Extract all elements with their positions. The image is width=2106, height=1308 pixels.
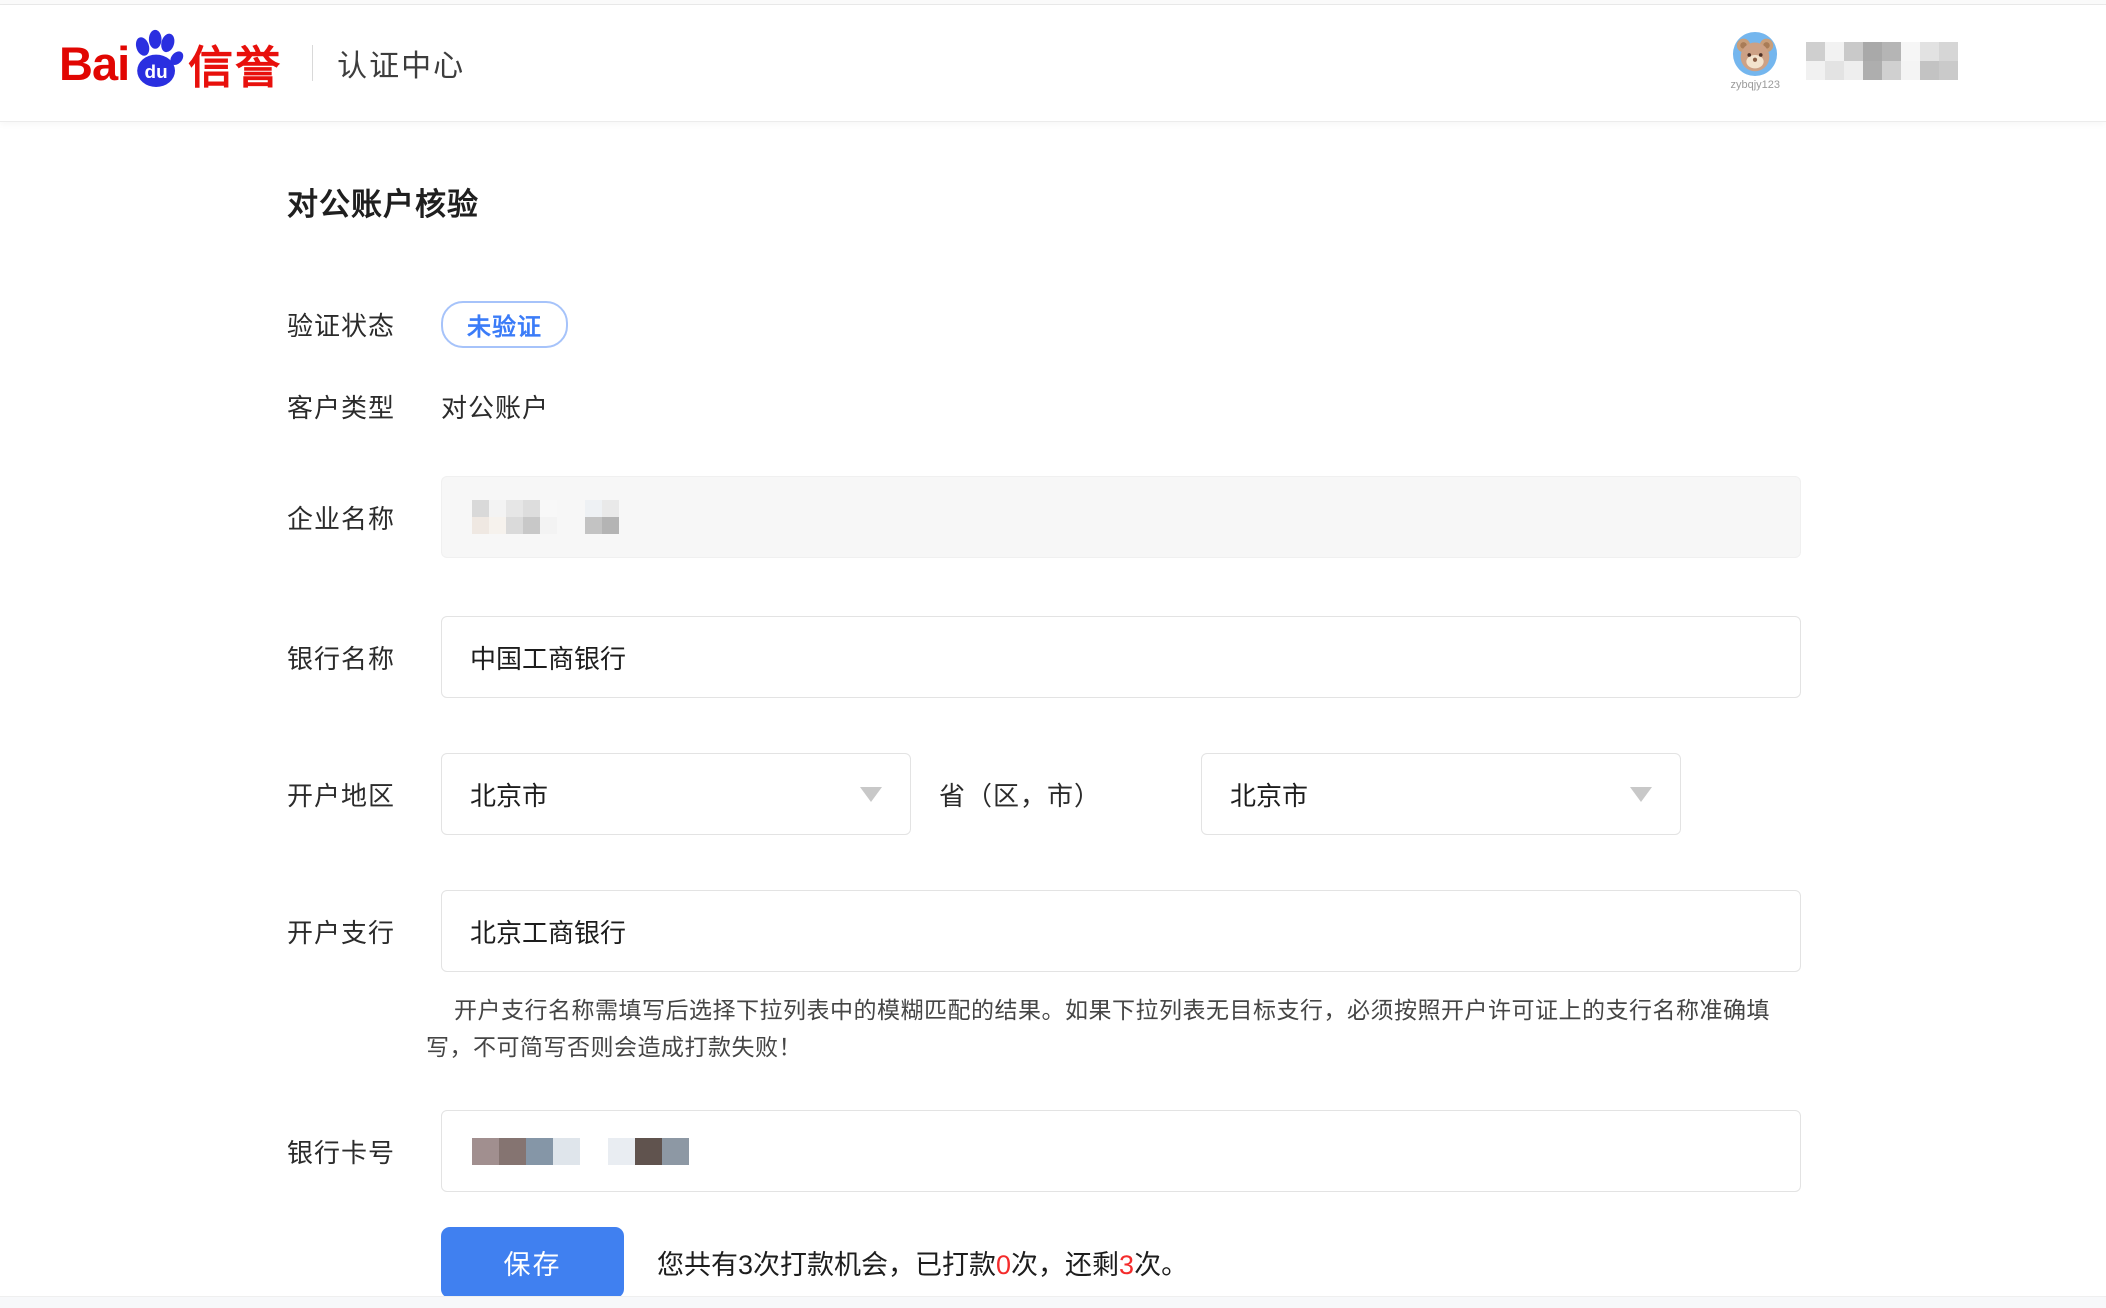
province-select[interactable]: 北京市 <box>441 753 911 835</box>
bank-name-label: 银行名称 <box>287 639 441 676</box>
company-name-field <box>441 476 1801 558</box>
save-button[interactable]: 保存 <box>441 1227 624 1298</box>
header-title: 认证中心 <box>337 41 465 85</box>
bank-card-field[interactable] <box>441 1110 1801 1192</box>
header-user-area: zybqjy123 <box>1730 31 1958 91</box>
open-region-label: 开户地区 <box>287 776 441 813</box>
transfer-note: 您共有3次打款机会，已打款0次，还剩3次。 <box>657 1243 1188 1282</box>
baidu-paw-icon: du <box>130 29 184 91</box>
baidu-xinyu-logo[interactable]: Bai du 信誉 <box>59 29 282 97</box>
region-hint-label: 省（区，市） <box>939 776 1101 813</box>
redacted-company-name <box>472 500 619 534</box>
verify-status-label: 验证状态 <box>287 306 441 343</box>
customer-type-label: 客户类型 <box>287 388 441 425</box>
province-select-value: 北京市 <box>470 776 548 813</box>
verify-status-row: 验证状态 未验证 <box>287 304 2106 344</box>
username-label: zybqjy123 <box>1730 79 1780 91</box>
note-text: 次。 <box>1134 1250 1188 1280</box>
company-name-label: 企业名称 <box>287 499 441 536</box>
header: Bai du 信誉 认证中心 zyb <box>0 5 2106 122</box>
note-paid-count: 0 <box>996 1250 1011 1280</box>
logo-text-du: du <box>145 62 168 83</box>
company-name-row: 企业名称 <box>287 476 2106 558</box>
open-branch-row: 开户支行 北京工商银行 <box>287 890 2106 972</box>
customer-type-row: 客户类型 对公账户 <box>287 390 2106 422</box>
user-avatar-block[interactable]: zybqjy123 <box>1730 31 1780 91</box>
page-title: 对公账户核验 <box>287 179 2106 224</box>
bank-name-row: 银行名称 中国工商银行 <box>287 616 2106 698</box>
main-content: 对公账户核验 验证状态 未验证 客户类型 对公账户 企业名称 银行名称 中国工商… <box>0 179 2106 1298</box>
logo-text-brand: 信誉 <box>188 31 282 96</box>
bank-card-label: 银行卡号 <box>287 1133 441 1170</box>
logo-text-bai: Bai <box>59 36 129 91</box>
city-select-value: 北京市 <box>1230 776 1308 813</box>
status-badge: 未验证 <box>441 301 568 348</box>
save-row: 保存 您共有3次打款机会，已打款0次，还剩3次。 <box>287 1227 2106 1298</box>
city-select[interactable]: 北京市 <box>1201 753 1681 835</box>
user-avatar-icon <box>1732 31 1778 77</box>
customer-type-value: 对公账户 <box>441 388 549 425</box>
note-remaining-count: 3 <box>1119 1250 1134 1280</box>
open-branch-field[interactable]: 北京工商银行 <box>441 890 1801 972</box>
open-region-row: 开户地区 北京市 省（区，市） 北京市 <box>287 753 2106 835</box>
bank-card-row: 银行卡号 <box>287 1110 2106 1192</box>
chevron-down-icon <box>1630 787 1652 802</box>
open-branch-label: 开户支行 <box>287 913 441 950</box>
branch-help-text: 开户支行名称需填写后选择下拉列表中的模糊匹配的结果。如果下拉列表无目标支行，必须… <box>426 992 1800 1066</box>
redacted-account-name <box>1806 42 1958 80</box>
header-divider <box>312 45 313 81</box>
note-text: 次，还剩 <box>1011 1250 1119 1280</box>
footer-strip <box>0 1296 2106 1308</box>
redacted-card-number <box>472 1138 689 1165</box>
bank-name-field[interactable]: 中国工商银行 <box>441 616 1801 698</box>
chevron-down-icon <box>860 787 882 802</box>
note-text: 您共有3次打款机会，已打款 <box>657 1250 996 1280</box>
